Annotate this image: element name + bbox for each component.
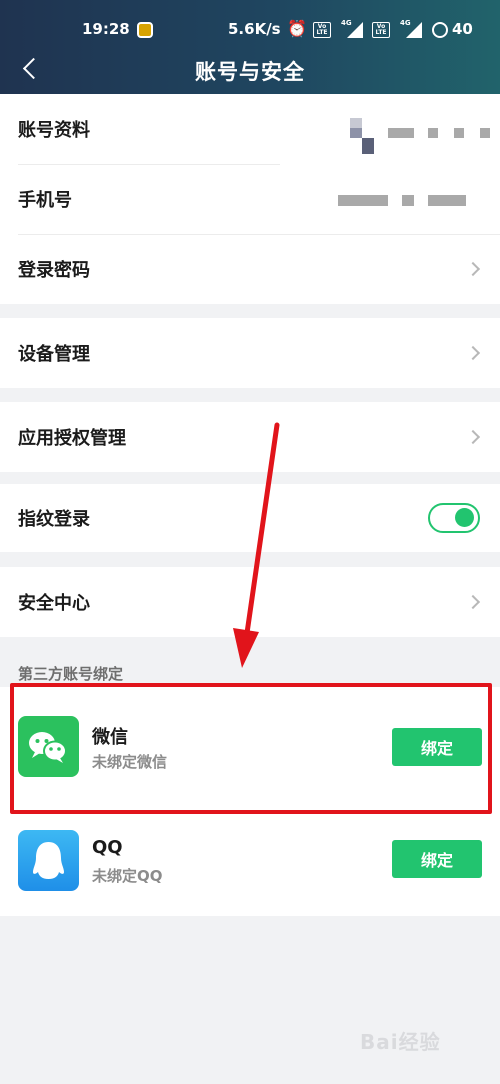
network-speed: 5.6K/s	[228, 20, 281, 38]
device-mgmt-row[interactable]: 设备管理	[0, 318, 500, 388]
status-bar: 19:28 5.6K/s ⏰ Vo LTE 4G Vo LTE 4G 40	[0, 16, 500, 44]
device-group: 设备管理	[0, 318, 500, 388]
battery-icon	[432, 22, 448, 38]
qq-icon	[18, 830, 79, 891]
login-password-label: 登录密码	[18, 260, 90, 281]
alarm-icon: ⏰	[287, 19, 307, 38]
login-password-row[interactable]: 登录密码	[0, 234, 500, 304]
header: 19:28 5.6K/s ⏰ Vo LTE 4G Vo LTE 4G 40 账号…	[0, 0, 500, 94]
toggle-knob	[455, 508, 474, 527]
volte-icon: Vo LTE	[372, 22, 390, 38]
blurred-avatar	[362, 138, 374, 154]
chevron-right-icon	[465, 345, 481, 361]
blurred-phone-number	[338, 195, 388, 206]
chevron-right-icon	[465, 261, 481, 277]
qq-status: 未绑定QQ	[92, 867, 163, 885]
bind-qq-button[interactable]: 绑定	[392, 840, 482, 878]
app-auth-group: 应用授权管理	[0, 402, 500, 472]
phone-label: 手机号	[18, 190, 72, 211]
fingerprint-group: 指纹登录	[0, 484, 500, 552]
volte-icon: Vo LTE	[313, 22, 331, 38]
app-notification-icon	[137, 22, 153, 38]
app-auth-row[interactable]: 应用授权管理	[0, 402, 500, 472]
app-auth-label: 应用授权管理	[18, 428, 126, 449]
chevron-right-icon	[465, 594, 481, 610]
page-title: 账号与安全	[195, 60, 305, 84]
blurred-phone-number	[428, 195, 466, 206]
qq-bind-row: QQ 未绑定QQ 绑定	[0, 811, 500, 916]
highlight-box	[10, 683, 492, 814]
blurred-account-id	[454, 128, 464, 138]
third-party-section-title: 第三方账号绑定	[18, 665, 124, 683]
chevron-right-icon	[465, 429, 481, 445]
blurred-account-id	[388, 128, 414, 138]
account-group: 账号资料 手机号 登录密码	[0, 94, 500, 304]
blurred-avatar	[350, 128, 362, 138]
fingerprint-label: 指纹登录	[18, 509, 90, 530]
signal-icon	[406, 22, 422, 38]
security-center-row[interactable]: 安全中心	[0, 567, 500, 637]
phone-row[interactable]: 手机号	[0, 164, 500, 234]
blurred-phone-number	[402, 195, 414, 206]
fingerprint-row: 指纹登录	[0, 484, 500, 552]
blurred-account-id	[428, 128, 438, 138]
security-center-label: 安全中心	[18, 593, 90, 614]
blurred-account-id	[480, 128, 490, 138]
fingerprint-toggle[interactable]	[428, 503, 480, 533]
account-info-row[interactable]: 账号资料	[0, 94, 500, 164]
account-info-label: 账号资料	[18, 120, 90, 141]
signal-icon	[347, 22, 363, 38]
security-group: 安全中心	[0, 567, 500, 637]
watermark-logo: Bai经验	[360, 1030, 441, 1054]
device-mgmt-label: 设备管理	[18, 344, 90, 365]
clock: 19:28	[82, 20, 130, 38]
battery-level: 40	[452, 20, 473, 38]
qq-name: QQ	[92, 837, 123, 858]
